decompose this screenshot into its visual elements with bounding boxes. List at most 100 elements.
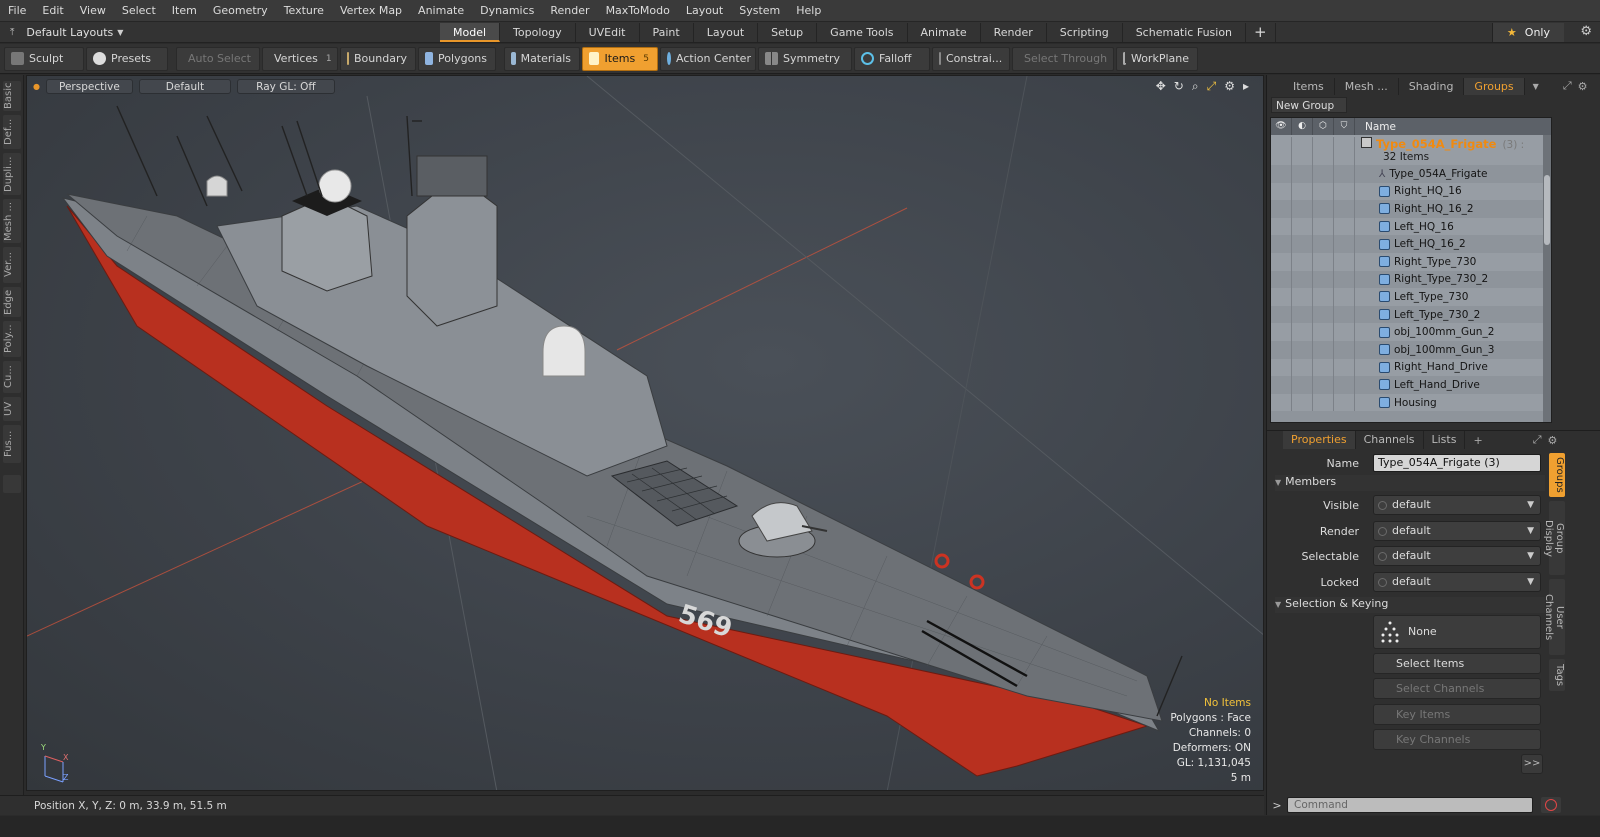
left-tab-uv[interactable]: UV [3, 397, 21, 421]
tab-items[interactable]: Items [1283, 77, 1335, 95]
menu-select[interactable]: Select [114, 0, 164, 22]
props-gear-icon[interactable]: ⚙ [1548, 434, 1558, 447]
list-item[interactable]: Left_Type_730 [1271, 288, 1551, 306]
constraints-button[interactable]: Constrai... [932, 46, 1010, 71]
menu-layout[interactable]: Layout [678, 0, 731, 22]
tab-layout[interactable]: Layout [694, 22, 759, 42]
tab-uvedit[interactable]: UVEdit [576, 22, 640, 42]
list-item[interactable]: Left_Type_730_2 [1271, 305, 1551, 324]
tab-lists[interactable]: Lists [1424, 431, 1466, 449]
left-tab-curve[interactable]: Cu... [3, 361, 21, 393]
menu-animate[interactable]: Animate [410, 0, 472, 22]
selectable-dropdown[interactable]: default ▼ [1373, 546, 1541, 566]
record-icon[interactable] [1541, 797, 1561, 813]
menu-render[interactable]: Render [542, 0, 597, 22]
menu-view[interactable]: View [72, 0, 114, 22]
selection-keying-section[interactable]: ▼ Selection & Keying [1275, 597, 1545, 613]
group-name-field[interactable]: Type_054A_Frigate (3) [1373, 454, 1541, 472]
add-tab-button[interactable]: + [1246, 22, 1276, 42]
scrollbar-thumb[interactable] [1544, 175, 1550, 245]
select-items-button[interactable]: Select Items [1373, 653, 1541, 674]
list-item[interactable]: Right_Type_730 [1271, 252, 1551, 271]
action-center-button[interactable]: Action Center [660, 46, 756, 71]
presets-button[interactable]: Presets [86, 46, 168, 71]
menu-system[interactable]: System [731, 0, 788, 22]
list-item[interactable]: Housing [1271, 393, 1551, 412]
tab-scripting[interactable]: Scripting [1047, 22, 1123, 42]
tab-shading[interactable]: Shading [1399, 77, 1465, 95]
only-toggle[interactable]: ★ Only [1491, 23, 1564, 42]
side-tab-tags[interactable]: Tags [1549, 659, 1565, 691]
group-row[interactable]: Type_054A_Frigate (3) : 32 Items [1271, 135, 1551, 165]
list-item[interactable]: ⅄ Type_054A_Frigate [1271, 165, 1551, 183]
more-button[interactable]: >> [1521, 754, 1543, 774]
sculpt-button[interactable]: Sculpt [4, 46, 84, 71]
left-tab-polygon[interactable]: Poly... [3, 321, 21, 357]
list-item[interactable]: Right_Hand_Drive [1271, 358, 1551, 377]
left-tab-more[interactable] [3, 475, 21, 493]
tab-schematic-fusion[interactable]: Schematic Fusion [1123, 22, 1247, 42]
key-items-button[interactable]: Key Items [1373, 704, 1541, 725]
left-tab-fusion[interactable]: Fus... [3, 425, 21, 463]
polygons-button[interactable]: Polygons [418, 46, 496, 71]
menu-file[interactable]: File [0, 0, 34, 22]
raygl-dropdown[interactable]: Ray GL: Off [237, 78, 335, 94]
list-item[interactable]: Left_HQ_16 [1271, 217, 1551, 236]
boundary-button[interactable]: Boundary [340, 46, 416, 71]
menu-dynamics[interactable]: Dynamics [472, 0, 542, 22]
menu-help[interactable]: Help [788, 0, 829, 22]
expand-icon[interactable]: ⤢ [1563, 79, 1572, 93]
workplane-button[interactable]: WorkPlane [1116, 46, 1198, 71]
view-mode-dropdown[interactable]: Perspective [45, 78, 133, 94]
left-tab-edge[interactable]: Edge [3, 287, 21, 317]
keying-none-button[interactable]: None [1373, 615, 1541, 649]
arrow-right-icon[interactable]: ▸ [1243, 79, 1249, 94]
left-tab-deform[interactable]: Def... [3, 115, 21, 149]
left-tab-basic[interactable]: Basic [3, 81, 21, 111]
members-section[interactable]: ▼ Members [1275, 475, 1545, 491]
fit-icon[interactable]: ⤢ [1207, 79, 1217, 94]
gear-icon[interactable]: ⚙ [1580, 24, 1592, 39]
visible-dropdown[interactable]: default ▼ [1373, 495, 1541, 515]
new-group-button[interactable]: New Group [1271, 97, 1347, 113]
side-tab-group-display[interactable]: Group Display [1543, 501, 1565, 575]
list-item[interactable]: obj_100mm_Gun_3 [1271, 340, 1551, 359]
list-item[interactable]: Right_HQ_16 [1271, 182, 1551, 201]
tab-render[interactable]: Render [981, 22, 1047, 42]
menu-vertex-map[interactable]: Vertex Map [332, 0, 410, 22]
vertices-button[interactable]: Vertices 1 [262, 46, 338, 71]
3d-viewport[interactable]: 569 Y X Z ● Perspective Default Ray GL: … [26, 75, 1264, 791]
left-tab-duplicate[interactable]: Dupli... [3, 153, 21, 195]
menu-geometry[interactable]: Geometry [205, 0, 276, 22]
falloff-button[interactable]: Falloff [854, 46, 930, 71]
lock-icon[interactable]: ⛉ [1334, 118, 1355, 135]
tab-animate[interactable]: Animate [908, 22, 981, 42]
select-icon[interactable]: ⬡ [1313, 118, 1334, 135]
rotate-icon[interactable]: ↻ [1174, 79, 1184, 94]
expand-icon[interactable]: ⤢ [1533, 433, 1542, 447]
eye-icon[interactable]: 👁 [1271, 118, 1292, 135]
add-tab-icon[interactable]: + [1473, 434, 1482, 447]
auto-select-button[interactable]: Auto Select [176, 46, 260, 71]
left-tab-vertex[interactable]: Ver... [3, 247, 21, 283]
chevron-down-icon[interactable]: ▼ [1533, 82, 1539, 91]
tab-properties[interactable]: Properties [1283, 431, 1356, 449]
side-tab-groups[interactable]: Groups [1549, 453, 1565, 497]
list-item[interactable]: Right_Type_730_2 [1271, 270, 1551, 289]
panel-gear-icon[interactable]: ⚙ [1578, 80, 1588, 93]
list-item[interactable]: obj_100mm_Gun_2 [1271, 323, 1551, 341]
select-channels-button[interactable]: Select Channels [1373, 678, 1541, 699]
outliner-scrollbar[interactable] [1543, 135, 1551, 422]
list-item[interactable]: Left_HQ_16_2 [1271, 235, 1551, 253]
left-tab-mesh[interactable]: Mesh ... [3, 199, 21, 243]
menu-texture[interactable]: Texture [276, 0, 332, 22]
tab-topology[interactable]: Topology [500, 22, 576, 42]
menu-maxtomodo[interactable]: MaxToModo [598, 0, 678, 22]
frigate-model[interactable]: 569 Y X Z [27, 76, 1264, 791]
render-dropdown[interactable]: default ▼ [1373, 521, 1541, 541]
command-input[interactable]: Command [1287, 797, 1533, 813]
tab-channels[interactable]: Channels [1356, 431, 1424, 449]
select-through-button[interactable]: Select Through [1012, 46, 1114, 71]
materials-button[interactable]: Materials [504, 46, 580, 71]
menu-item[interactable]: Item [164, 0, 205, 22]
